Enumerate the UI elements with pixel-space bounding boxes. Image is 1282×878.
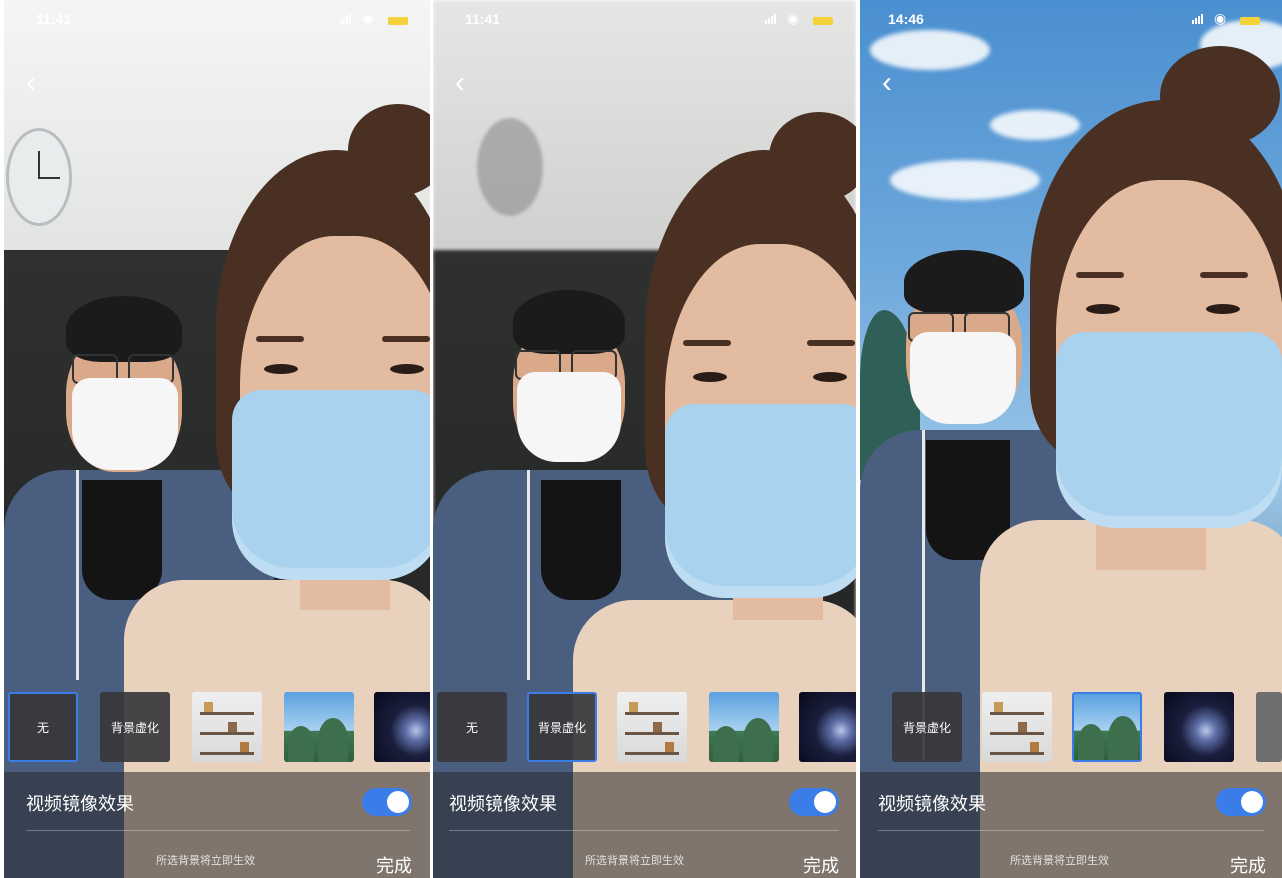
signal-icon (1192, 14, 1203, 24)
thumb-none[interactable]: 无 (437, 692, 507, 762)
thumb-grey-background[interactable] (1256, 692, 1282, 762)
hint-text: 所选背景将立即生效 (156, 855, 255, 867)
thumb-blur[interactable]: 背景虚化 (100, 692, 170, 762)
chevron-left-icon[interactable]: ‹ (882, 68, 892, 98)
background-selector: 无 背景虚化 (433, 682, 856, 772)
wifi-icon: ◉ (787, 10, 800, 26)
thumb-room-background[interactable] (982, 692, 1052, 762)
thumb-blur[interactable]: 背景虚化 (527, 692, 597, 762)
status-time: 11:41 (36, 11, 72, 27)
status-bar: 11:41 ◉ (4, 8, 430, 32)
thumb-space-background[interactable] (374, 692, 430, 762)
mirror-effect-toggle[interactable] (1216, 788, 1266, 816)
thumb-space-background[interactable] (1164, 692, 1234, 762)
wall-clock (6, 128, 72, 226)
background-selector: 背景虚化 (860, 682, 1282, 772)
thumb-none[interactable]: 无 (8, 692, 78, 762)
signal-icon (340, 14, 351, 24)
done-button[interactable]: 完成 (803, 852, 839, 878)
chevron-left-icon[interactable]: ‹ (455, 68, 465, 98)
battery-icon (388, 17, 408, 25)
mirror-effect-label: 视频镜像效果 (449, 794, 557, 814)
thumb-room-background[interactable] (617, 692, 687, 762)
done-button[interactable]: 完成 (1230, 852, 1266, 878)
background-selector: 无 背景虚化 (4, 682, 430, 772)
phone-screen-landscape-background: 14:46 ◉ ‹ 背景虚化 视频镜像效果 所选背景将立即生效 完成 (860, 0, 1282, 878)
status-bar: 11:41 ◉ (433, 8, 856, 32)
thumb-room-background[interactable] (192, 692, 262, 762)
mirror-effect-toggle[interactable] (362, 788, 412, 816)
battery-icon (1240, 17, 1260, 25)
thumb-mountain-background[interactable] (1072, 692, 1142, 762)
mirror-effect-label: 视频镜像效果 (878, 794, 986, 814)
wifi-icon: ◉ (362, 10, 375, 26)
thumb-mountain-background[interactable] (709, 692, 779, 762)
signal-icon (765, 14, 776, 24)
settings-panel: 视频镜像效果 所选背景将立即生效 完成 (433, 772, 856, 878)
hint-text: 所选背景将立即生效 (585, 855, 684, 867)
mirror-effect-label: 视频镜像效果 (26, 794, 134, 814)
settings-panel: 视频镜像效果 所选背景将立即生效 完成 (860, 772, 1282, 878)
phone-screen-blur-background: 11:41 ◉ ‹ 无 背景虚化 视频镜像效果 所选背景将立即生效 完成 (433, 0, 856, 878)
battery-icon (813, 17, 833, 25)
wall-clock (477, 118, 543, 216)
thumb-mountain-background[interactable] (284, 692, 354, 762)
status-bar: 14:46 ◉ (860, 8, 1282, 32)
chevron-left-icon[interactable]: ‹ (26, 68, 36, 98)
hint-text: 所选背景将立即生效 (1010, 855, 1109, 867)
thumb-blur[interactable]: 背景虚化 (892, 692, 962, 762)
thumb-space-background[interactable] (799, 692, 856, 762)
mirror-effect-toggle[interactable] (789, 788, 839, 816)
wifi-icon: ◉ (1214, 10, 1227, 26)
done-button[interactable]: 完成 (376, 852, 412, 878)
status-time: 14:46 (888, 11, 924, 27)
settings-panel: 视频镜像效果 所选背景将立即生效 完成 (4, 772, 430, 878)
phone-screen-no-background: 11:41 ◉ ‹ 无 背景虚化 视频镜像效果 所选背景将立即生效 完成 (4, 0, 430, 878)
status-time: 11:41 (465, 11, 501, 27)
